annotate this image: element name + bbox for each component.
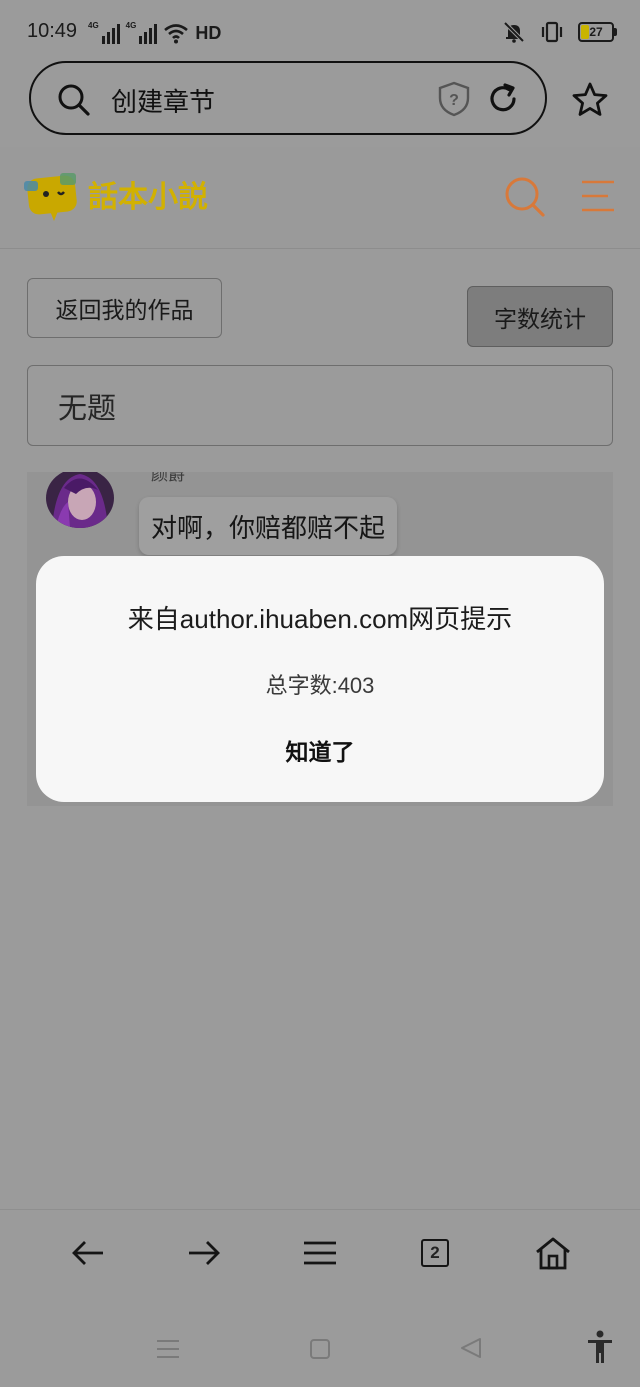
bell-muted-icon bbox=[503, 21, 525, 43]
hd-label: HD bbox=[195, 23, 222, 43]
url-bar[interactable]: 创建章节 ? bbox=[29, 61, 547, 135]
avatar[interactable] bbox=[46, 472, 114, 528]
status-bar: 10:49 4G 4G HD 27 bbox=[0, 0, 640, 62]
back-arrow-icon[interactable] bbox=[70, 1238, 106, 1268]
back-nav-icon[interactable] bbox=[459, 1336, 483, 1360]
chat-sender-name: 颜爵 bbox=[151, 472, 185, 485]
site-search-icon[interactable] bbox=[503, 175, 547, 219]
status-time: 10:49 bbox=[27, 20, 78, 42]
system-nav-bar bbox=[0, 1306, 640, 1387]
svg-text:話本小説: 話本小説 bbox=[88, 180, 208, 215]
search-icon bbox=[58, 84, 90, 116]
status-right-icons: 27 bbox=[502, 20, 617, 44]
menu-icon[interactable] bbox=[303, 1238, 337, 1268]
accessibility-icon[interactable] bbox=[586, 1330, 614, 1364]
battery-icon: 27 bbox=[578, 22, 617, 42]
url-text[interactable]: 创建章节 bbox=[111, 82, 215, 119]
chat-message: 对啊，你赔都赔不起 bbox=[151, 513, 386, 544]
site-header: 話本小説 bbox=[0, 147, 640, 249]
home-icon[interactable] bbox=[534, 1236, 572, 1270]
site-logo[interactable]: 話本小説 bbox=[22, 167, 222, 225]
dialog-title: 来自author.ihuaben.com网页提示 bbox=[127, 604, 513, 634]
bottom-toolbar: 2 bbox=[0, 1209, 640, 1306]
recents-icon[interactable] bbox=[156, 1338, 180, 1360]
forward-arrow-icon[interactable] bbox=[186, 1238, 222, 1268]
tabs-icon[interactable]: 2 bbox=[421, 1239, 449, 1267]
vibrate-icon bbox=[541, 21, 563, 43]
wifi-icon bbox=[164, 24, 189, 44]
site-menu-icon[interactable] bbox=[580, 179, 616, 213]
dialog-ok-button[interactable]: 知道了 bbox=[260, 732, 380, 774]
svg-text:?: ? bbox=[449, 92, 459, 109]
security-shield-icon[interactable]: ? bbox=[437, 81, 471, 117]
home-nav-icon[interactable] bbox=[309, 1338, 331, 1360]
signal-1-icon: 4G bbox=[88, 22, 120, 44]
chat-bubble[interactable]: 对啊，你赔都赔不起 bbox=[139, 497, 398, 555]
chapter-title-value: 无题 bbox=[58, 390, 117, 425]
signal-2-icon: 4G bbox=[126, 22, 158, 44]
status-left-icons: 4G 4G HD bbox=[88, 20, 221, 44]
reload-icon[interactable] bbox=[485, 81, 521, 117]
dialog-message: 总字数:403 bbox=[265, 673, 375, 698]
back-to-works-button[interactable]: 返回我的作品 bbox=[27, 278, 222, 338]
alert-dialog: 来自author.ihuaben.com网页提示 总字数:403 知道了 bbox=[36, 556, 604, 802]
chapter-title-input[interactable]: 无题 bbox=[27, 365, 613, 446]
bookmark-star-icon[interactable] bbox=[570, 80, 610, 120]
battery-fill bbox=[581, 25, 589, 39]
word-count-button[interactable]: 字数统计 bbox=[467, 286, 613, 347]
